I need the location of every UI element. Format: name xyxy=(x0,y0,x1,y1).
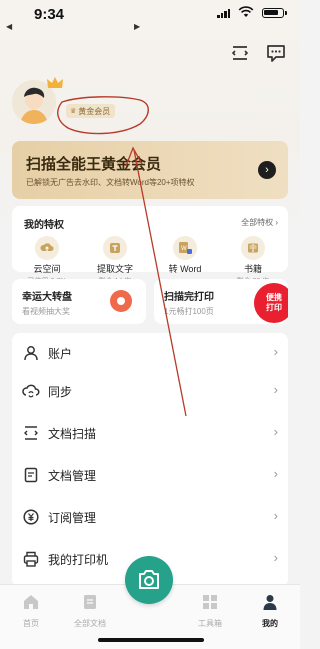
privileges-title: 我的特权 xyxy=(24,220,64,231)
yen-icon xyxy=(23,509,39,525)
menu-label: 文档扫描 xyxy=(48,427,97,441)
tab-label: 全部文档 xyxy=(74,619,106,628)
chat-icon[interactable] xyxy=(265,42,287,64)
forward-arrow-icon: ▶ xyxy=(134,22,141,31)
text-extract-icon xyxy=(103,236,127,260)
tab-toolbox[interactable]: 工具箱 xyxy=(182,593,238,629)
member-banner[interactable]: 扫描全能王黄金会员 已解锁无广告去水印、文档转Word等20+项特权 › xyxy=(12,141,288,199)
grid-icon xyxy=(203,595,217,609)
all-privileges-link[interactable]: 全部特权 › xyxy=(241,217,278,228)
vip-v-icon: ♛ xyxy=(70,108,77,115)
svg-text:W: W xyxy=(181,246,187,252)
menu-item-sync[interactable]: 同步 › xyxy=(12,373,288,409)
privilege-name: 书籍 xyxy=(243,264,262,274)
privileges-card: 我的特权 全部特权 › 云空间 已使用 2.7% 提取文字 剩余 14 次 W … xyxy=(12,206,288,285)
tab-all-docs[interactable]: 全部文档 xyxy=(62,593,118,629)
privilege-name: 提取文字 xyxy=(96,264,133,274)
menu-label: 账户 xyxy=(48,347,73,361)
menu-label: 文档管理 xyxy=(48,469,97,483)
home-indicator xyxy=(98,638,204,642)
settings-menu: 账户 › 同步 › 文档扫描 › 文档管理 › 订阅管理 › 我的打印机 › xyxy=(12,333,288,587)
back-arrow-icon[interactable]: ◀ xyxy=(6,22,12,31)
menu-label: 我的打印机 xyxy=(48,553,109,567)
tab-label: 首页 xyxy=(23,619,39,628)
banner-title: 扫描全能王黄金会员 xyxy=(26,156,162,173)
wifi-icon xyxy=(238,6,254,17)
word-icon: W xyxy=(173,236,197,260)
privilege-name: 云空间 xyxy=(33,264,61,274)
chevron-right-icon: › xyxy=(273,382,278,397)
promo-title: 扫描完打印 xyxy=(164,292,214,303)
print-card[interactable]: 扫描完打印 1元畅打100页 便携 打印 xyxy=(154,279,288,324)
menu-item-scan[interactable]: 文档扫描 › xyxy=(12,415,288,451)
vip-badge[interactable]: ♛ 黄金会员 xyxy=(66,104,116,118)
status-bar: 9:34 ◀ ▶ xyxy=(0,0,300,34)
portable-print-badge: 便携 打印 xyxy=(254,283,288,323)
chevron-right-icon: › xyxy=(273,344,278,359)
document-icon xyxy=(24,467,38,483)
docs-icon xyxy=(84,595,96,609)
lucky-wheel-card[interactable]: 幸运大转盘 看视频抽大奖 xyxy=(12,279,146,324)
menu-item-subscription[interactable]: 订阅管理 › xyxy=(12,499,288,535)
cloud-sync-icon xyxy=(22,384,40,398)
printer-icon xyxy=(23,551,39,567)
badge-text: 便携 打印 xyxy=(266,293,282,312)
banner-subtitle: 已解锁无广告去水印、文档转Word等20+项特权 xyxy=(26,178,195,187)
book-icon xyxy=(241,236,265,260)
tab-mine[interactable]: 我的 xyxy=(242,593,298,629)
cloud-upload-icon xyxy=(35,236,59,260)
tab-label: 工具箱 xyxy=(198,619,222,628)
privilege-item-word[interactable]: W 转 Word xyxy=(150,236,220,276)
privilege-name: 转 Word xyxy=(168,264,202,274)
battery-tip xyxy=(285,11,287,15)
signal-icon xyxy=(217,8,230,18)
camera-icon xyxy=(139,570,159,589)
chevron-right-icon: › xyxy=(273,424,278,439)
promo-subtitle: 1元畅打100页 xyxy=(164,307,214,316)
chevron-right-icon: › xyxy=(273,466,278,481)
scan-icon xyxy=(24,426,38,440)
crown-icon xyxy=(47,77,63,88)
vip-label: 黄金会员 xyxy=(78,106,111,116)
menu-label: 同步 xyxy=(48,385,73,399)
chevron-right-icon: › xyxy=(273,508,278,523)
battery-icon xyxy=(262,8,284,18)
tab-home[interactable]: 首页 xyxy=(3,593,59,629)
person-icon xyxy=(24,346,38,361)
status-time: 9:34 xyxy=(34,6,65,23)
chevron-right-icon: › xyxy=(273,550,278,565)
chevron-right-icon[interactable]: › xyxy=(258,161,276,179)
menu-label: 订阅管理 xyxy=(48,511,97,525)
menu-item-doc-manage[interactable]: 文档管理 › xyxy=(12,457,288,493)
camera-button[interactable] xyxy=(125,556,173,604)
promo-subtitle: 看视频抽大奖 xyxy=(22,307,70,316)
scan-lines-icon[interactable] xyxy=(229,42,251,64)
wheel-icon xyxy=(110,290,132,312)
menu-item-account[interactable]: 账户 › xyxy=(12,335,288,371)
promo-title: 幸运大转盘 xyxy=(22,292,72,303)
tab-label: 我的 xyxy=(262,619,278,628)
profile-icon xyxy=(263,595,277,610)
home-icon xyxy=(24,595,38,609)
